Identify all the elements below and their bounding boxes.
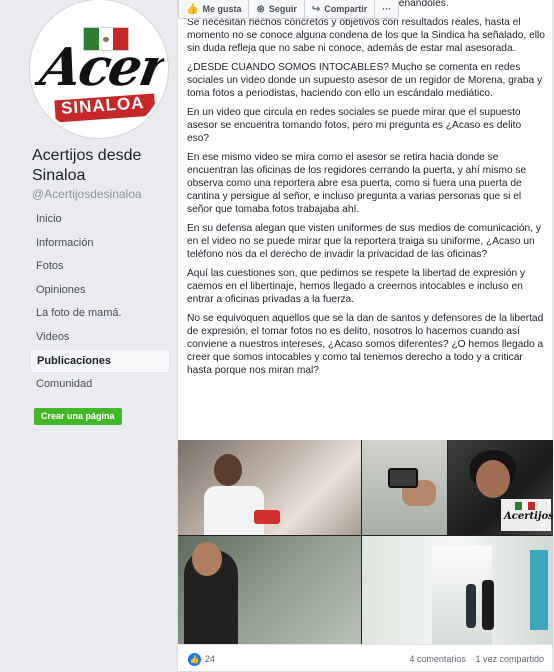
photo-tile-office[interactable]: [178, 536, 361, 644]
logo-text: Acertijos: [35, 37, 168, 98]
photo-tile-phone[interactable]: [362, 440, 447, 535]
post-paragraph: Se necesitan hechos concretos y objetivo…: [187, 17, 545, 54]
reaction-count[interactable]: 24: [205, 654, 215, 664]
like-page-button[interactable]: 👍 Me gusta: [179, 0, 250, 18]
watermark-logo: Acertijos: [501, 499, 553, 531]
photo-tile-hallway[interactable]: [362, 536, 553, 644]
post-paragraph: Aquí las cuestiones son, que pedimos se …: [187, 268, 526, 305]
post-stats: 4 comentarios 1 vez compartido: [409, 654, 544, 664]
share-arrow-icon: ↪: [311, 3, 321, 15]
post-text: repartiendo culpas, señalando nombres y …: [187, 0, 545, 383]
post-paragraph: En un video que circula en redes sociale…: [187, 107, 522, 144]
like-reaction-icon[interactable]: 👍: [188, 653, 201, 666]
thumbs-up-icon: 👍: [186, 3, 199, 15]
share-count-link[interactable]: 1 vez compartido: [475, 654, 544, 664]
nav-item-inicio[interactable]: Inicio: [30, 208, 170, 232]
like-page-label: Me gusta: [202, 4, 242, 14]
share-button[interactable]: ↪ Compartir: [305, 0, 376, 18]
post-paragraph: En ese mismo video se mira como el aseso…: [187, 152, 527, 215]
post-footer: 👍 24 4 comentarios 1 vez compartido: [178, 644, 553, 672]
more-options-button[interactable]: ···: [375, 0, 398, 18]
watermark-text: Acertijos: [504, 511, 553, 522]
nav-item-opiniones[interactable]: Opiniones: [30, 279, 170, 303]
rss-icon: ⊛: [256, 3, 265, 15]
page-handle[interactable]: @Acertijosdesinaloa: [32, 187, 142, 201]
more-icon: ···: [382, 4, 392, 14]
left-sidebar: Acertijos SINALOA Acertijos desde Sinalo…: [0, 0, 176, 672]
microphone-icon: [254, 510, 280, 524]
follow-button[interactable]: ⊛ Seguir: [249, 0, 305, 18]
page-action-bar: 👍 Me gusta ⊛ Seguir ↪ Compartir ···: [178, 0, 400, 19]
phone-icon: [388, 468, 418, 488]
nav-item-fotos[interactable]: Fotos: [30, 255, 170, 279]
nav-item-videos[interactable]: Videos: [30, 326, 170, 350]
page-nav: Inicio Información Fotos Opiniones La fo…: [30, 208, 170, 396]
share-label: Compartir: [324, 4, 368, 14]
follow-label: Seguir: [268, 4, 297, 14]
nav-item-la-foto-de-mama[interactable]: La foto de mamá.: [30, 302, 170, 326]
nav-item-publicaciones[interactable]: Publicaciones: [30, 349, 170, 373]
post-photo-collage[interactable]: Acertijos: [178, 440, 553, 644]
nav-item-informacion[interactable]: Información: [30, 232, 170, 256]
post-paragraph: No se equivoquen aquellos que se la dan …: [187, 313, 544, 376]
page-avatar[interactable]: Acertijos SINALOA: [30, 0, 168, 138]
photo-tile-woman[interactable]: Acertijos: [448, 440, 553, 535]
photo-tile-reporter[interactable]: [178, 440, 361, 535]
post-card: repartiendo culpas, señalando nombres y …: [177, 0, 553, 672]
page-title[interactable]: Acertijos desde Sinaloa: [32, 146, 172, 186]
avatar-logo: Acertijos SINALOA: [36, 7, 165, 131]
post-paragraph: En su defensa alegan que visten uniforme…: [187, 223, 541, 260]
comment-count-link[interactable]: 4 comentarios: [409, 654, 466, 664]
nav-item-comunidad[interactable]: Comunidad: [30, 373, 170, 397]
post-paragraph: ¿DESDE CUANDO SOMOS INTOCABLES? Mucho se…: [187, 62, 543, 99]
create-page-button[interactable]: Crear una página: [34, 408, 122, 425]
